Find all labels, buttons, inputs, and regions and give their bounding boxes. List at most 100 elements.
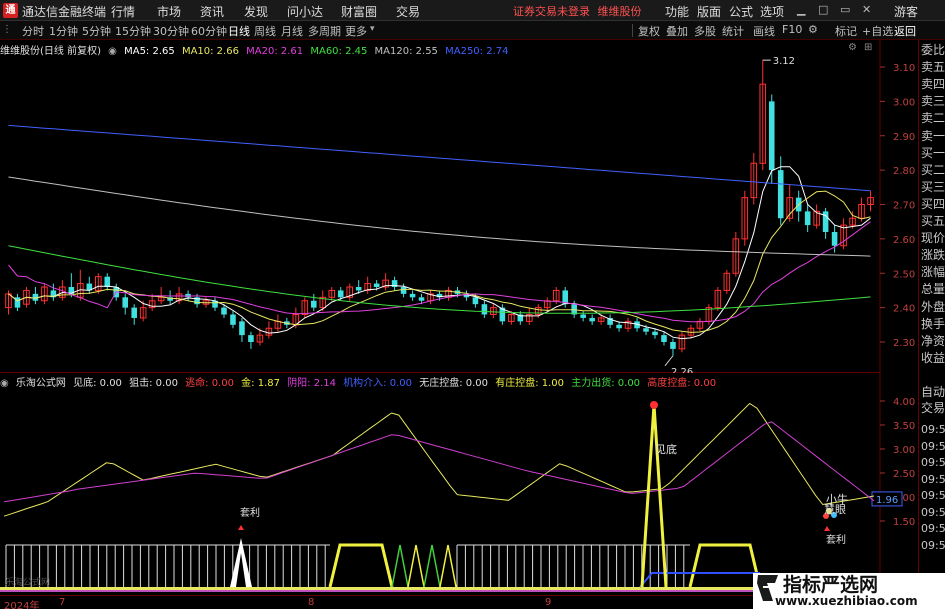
candle-down bbox=[373, 283, 380, 287]
menu-caifuquan[interactable]: 财富圈 bbox=[341, 3, 377, 20]
close-icon[interactable]: ✕ bbox=[862, 3, 871, 16]
ma10-line bbox=[8, 190, 871, 333]
candle-down bbox=[409, 293, 416, 298]
period-monthly[interactable]: 月线 bbox=[281, 23, 303, 39]
quote-label: 买五 bbox=[921, 214, 945, 228]
candle-down bbox=[768, 101, 775, 171]
ind-current-value: 1.96 bbox=[876, 495, 898, 506]
minimize-icon[interactable]: ▁ bbox=[797, 3, 805, 16]
tool-f10[interactable]: F10 bbox=[782, 23, 802, 36]
source-label: 乐淘公式网 bbox=[5, 576, 50, 588]
candle-down bbox=[472, 297, 479, 305]
candle-down bbox=[230, 314, 236, 325]
tool-biaoji[interactable]: 标记 bbox=[835, 23, 857, 39]
candle-down bbox=[589, 317, 595, 322]
tool-zixuan[interactable]: +自选 bbox=[862, 23, 893, 39]
candle-down bbox=[777, 170, 784, 219]
toolbar-grip-icon: ⋮ bbox=[2, 24, 12, 35]
tool-fuquan[interactable]: 复权 bbox=[638, 23, 660, 39]
quote-label: 现价 bbox=[921, 231, 945, 246]
restore-icon[interactable]: ▭ bbox=[840, 3, 850, 16]
trade-time: 09:50 bbox=[921, 538, 945, 552]
candle-down bbox=[580, 314, 586, 318]
period-1min[interactable]: 1分钟 bbox=[49, 23, 78, 39]
quote-label: 净资 bbox=[921, 333, 945, 348]
taoli2-label: 套利 bbox=[826, 533, 846, 546]
candle-down bbox=[355, 287, 362, 291]
youzhuang-band bbox=[688, 543, 762, 588]
candle-down bbox=[239, 321, 245, 336]
quote-label: 卖二 bbox=[921, 111, 945, 126]
menu-zixun[interactable]: 资讯 bbox=[200, 3, 224, 20]
yinyang-line bbox=[3, 421, 875, 503]
period-30min[interactable]: 30分钟 bbox=[153, 23, 189, 39]
price-tick-label: 2.30 bbox=[893, 338, 915, 349]
period-15min[interactable]: 15分钟 bbox=[115, 23, 151, 39]
quote-label: 卖四 bbox=[921, 77, 945, 92]
trade-time: 09:50 bbox=[921, 472, 945, 486]
period-5min[interactable]: 5分钟 bbox=[82, 23, 111, 39]
period-fenshi[interactable]: 分时 bbox=[22, 23, 44, 39]
quote-label: 外盘 bbox=[921, 299, 945, 314]
candle-down bbox=[616, 324, 622, 329]
app-logo-icon: 通 bbox=[3, 3, 18, 18]
candle-down bbox=[131, 307, 137, 318]
toolbar-tool-icon[interactable]: ⚙ bbox=[808, 23, 818, 36]
jiandi-dot-icon bbox=[650, 401, 658, 409]
trade-time: 09:50 bbox=[921, 439, 945, 453]
login-notice: 证券交易未登录 维维股份 bbox=[513, 5, 642, 18]
ind-tick-label: 4.00 bbox=[893, 397, 915, 408]
menu-shichang[interactable]: 市场 bbox=[157, 3, 181, 20]
indicator-chart[interactable]: ◉ 乐淘公式网 见底: 0.00 狙击: 0.00 逃命: 0.00 金: 1.… bbox=[0, 373, 915, 595]
menu-banmian[interactable]: 版面 bbox=[697, 3, 721, 20]
period-60min[interactable]: 60分钟 bbox=[191, 23, 227, 39]
menu-faxian[interactable]: 发现 bbox=[244, 3, 268, 20]
maximize-icon[interactable]: □ bbox=[818, 3, 828, 16]
tool-tongji[interactable]: 统计 bbox=[722, 23, 744, 39]
tool-huaxian[interactable]: 画线 bbox=[753, 23, 775, 39]
kline-chart[interactable]: 维维股份(日线 前复权) ◉ MA5: 2.65 MA10: 2.66 MA20… bbox=[0, 40, 915, 373]
gold-line bbox=[3, 402, 875, 517]
high-annotation: 3.12 bbox=[773, 56, 795, 67]
candle-down bbox=[400, 287, 407, 294]
quote-label: 涨跌 bbox=[921, 248, 945, 263]
menu-jiaoyi[interactable]: 交易 bbox=[396, 3, 420, 20]
more-chevron-icon[interactable]: ▾ bbox=[370, 24, 375, 34]
price-tick-label: 2.60 bbox=[893, 235, 915, 246]
period-multi[interactable]: 多周期 bbox=[308, 23, 341, 39]
tool-diejia[interactable]: 叠加 bbox=[666, 23, 688, 39]
title-bar: 通 通达信金融终端 行情 市场 资讯 发现 问小达 财富圈 交易 证券交易未登录… bbox=[0, 0, 945, 21]
menu-gongshi[interactable]: 公式 bbox=[729, 3, 753, 20]
candle-down bbox=[311, 300, 317, 308]
zhuli-band bbox=[439, 544, 457, 588]
tool-fanhui[interactable]: 返回 bbox=[894, 23, 916, 39]
candle-down bbox=[221, 307, 227, 315]
site-watermark: 指标严选网 www.xuezhibiao.com bbox=[753, 573, 945, 609]
base-band-magenta bbox=[0, 590, 880, 592]
jigou-line bbox=[639, 572, 760, 588]
menu-wenxiaoda[interactable]: 问小达 bbox=[287, 3, 323, 20]
zhuli-band bbox=[423, 544, 441, 588]
auto-trade-label[interactable]: 交易 bbox=[921, 401, 945, 416]
candle-down bbox=[670, 342, 676, 349]
auto-trade-label[interactable]: 自动 bbox=[921, 385, 945, 400]
price-tick-label: 2.70 bbox=[893, 201, 915, 212]
watermark-url: www.xuezhibiao.com bbox=[775, 594, 918, 608]
price-tick-label: 3.00 bbox=[893, 97, 915, 108]
price-tick-label: 2.50 bbox=[893, 269, 915, 280]
menu-hangqing[interactable]: 行情 bbox=[111, 3, 135, 20]
period-weekly[interactable]: 周线 bbox=[254, 23, 276, 39]
guest-login[interactable]: 游客 bbox=[894, 3, 918, 20]
ind-tick-label: 2.50 bbox=[893, 469, 915, 480]
menu-gongneng[interactable]: 功能 bbox=[665, 3, 689, 20]
kline-canvas: 3.10 3.00 2.90 2.80 2.70 2.60 2.50 2.40 2.30 3.12… bbox=[5, 40, 915, 373]
candle-down bbox=[804, 211, 811, 226]
period-more[interactable]: 更多 bbox=[345, 23, 367, 39]
menu-xuanxiang[interactable]: 选项 bbox=[760, 3, 784, 20]
quote-label: 换手 bbox=[921, 316, 945, 331]
candle-down bbox=[418, 297, 425, 301]
quote-label: 卖三 bbox=[921, 94, 945, 109]
quote-label: 总量 bbox=[921, 282, 945, 297]
tool-duogu[interactable]: 多股 bbox=[694, 23, 716, 39]
period-daily[interactable]: 日线 bbox=[228, 23, 250, 39]
